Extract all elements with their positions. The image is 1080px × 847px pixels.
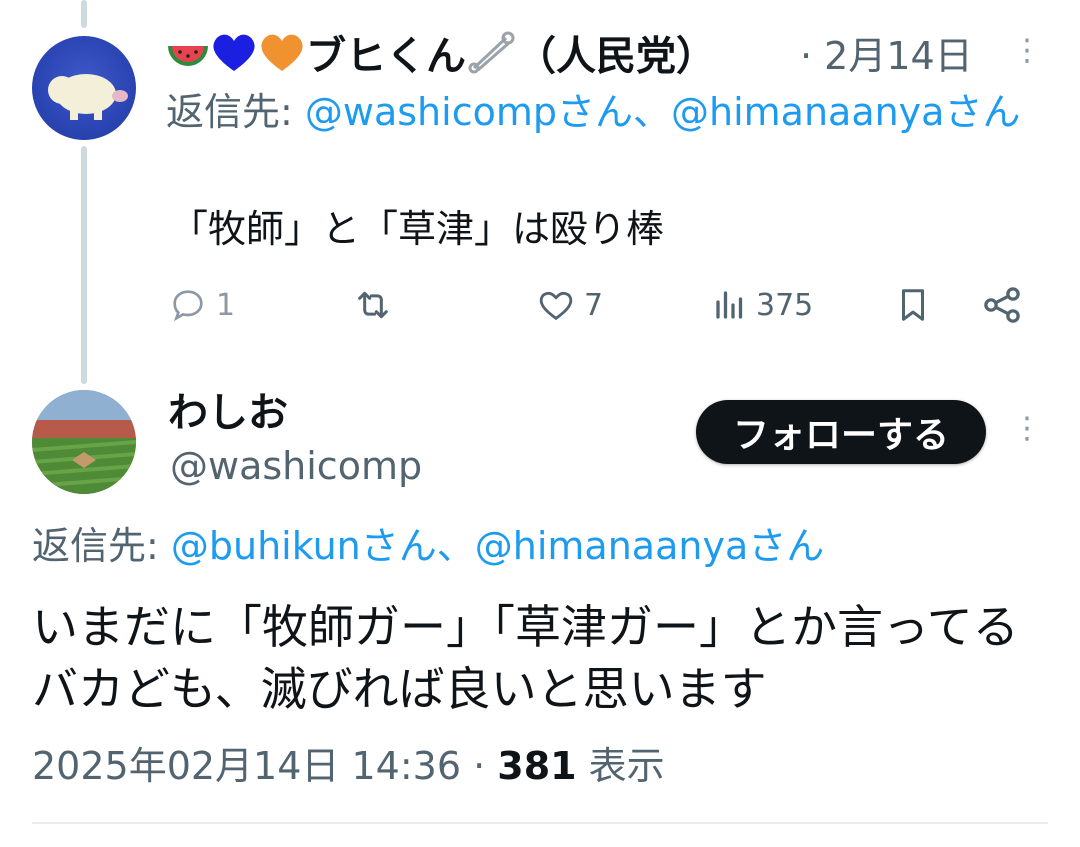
view-label: 表示 bbox=[576, 744, 665, 788]
reply-mention-buhikun[interactable]: @buhikunさん bbox=[171, 524, 437, 568]
divider bbox=[32, 822, 1048, 824]
like-count: 7 bbox=[584, 287, 604, 323]
thread-line-top bbox=[81, 0, 87, 28]
tweet2-text: いまだに「牧師ガー」「草津ガー」とか言ってるバカども、滅びれば良いと思います bbox=[32, 600, 1019, 716]
reply-prefix: 返信先: bbox=[32, 524, 171, 568]
tweet1-display-name[interactable]: ブヒくん （人民党） bbox=[166, 30, 716, 87]
reply-separator: 、 bbox=[632, 90, 671, 134]
blue-heart-icon bbox=[210, 31, 258, 86]
orange-heart-icon bbox=[258, 31, 306, 86]
view-count: 381 bbox=[497, 744, 577, 788]
display-name-suffix: （人民党） bbox=[516, 33, 716, 80]
like-button[interactable]: 7 bbox=[536, 282, 603, 328]
analytics-icon bbox=[716, 291, 743, 319]
more-options-icon[interactable]: ⋮ bbox=[1012, 36, 1042, 66]
share-icon bbox=[984, 287, 1020, 323]
reply-count: 1 bbox=[216, 287, 236, 323]
display-name-text: ブヒくん bbox=[306, 33, 466, 80]
reply-mention-washicomp[interactable]: @washicompさん bbox=[305, 90, 633, 134]
views-button[interactable]: 375 bbox=[712, 282, 813, 328]
stadium-avatar-icon bbox=[32, 390, 136, 494]
avatar[interactable] bbox=[32, 36, 136, 140]
tweet2-display-name[interactable]: わしお bbox=[168, 386, 288, 440]
retweet-button[interactable] bbox=[350, 282, 396, 328]
views-count: 375 bbox=[756, 287, 814, 323]
tweet1-reply-context: 返信先: @washicompさん、@himanaanyaさん bbox=[166, 88, 1036, 136]
watermelon-icon bbox=[166, 33, 210, 85]
more-options-icon[interactable]: ⋮ bbox=[1012, 414, 1042, 444]
tweet2-footer: 2025年02月14日 14:36 · 381 表示 bbox=[32, 740, 665, 792]
bookmark-icon bbox=[901, 289, 925, 321]
pig-avatar-icon bbox=[48, 74, 128, 120]
bookmark-button[interactable] bbox=[894, 282, 932, 328]
tweet2-handle[interactable]: @washicomp bbox=[170, 442, 422, 490]
timestamp[interactable]: 2025年02月14日 14:36 · bbox=[32, 744, 497, 788]
retweet-icon bbox=[358, 291, 388, 319]
avatar[interactable] bbox=[32, 390, 136, 494]
reply-mention-himanaanya[interactable]: @himanaanyaさん bbox=[475, 524, 824, 568]
tweet1-text: 「牧師」と「草津」は殴り棒 bbox=[170, 207, 665, 251]
reply-separator: 、 bbox=[436, 524, 475, 568]
reply-button[interactable]: 1 bbox=[168, 282, 235, 328]
tweet2-reply-context: 返信先: @buhikunさん、@himanaanyaさん bbox=[32, 522, 824, 570]
follow-button[interactable]: フォローする bbox=[696, 400, 986, 464]
reply-icon bbox=[173, 290, 203, 322]
reply-prefix: 返信先: bbox=[166, 90, 305, 134]
share-button[interactable] bbox=[980, 282, 1024, 328]
safety-pin-icon bbox=[466, 30, 516, 87]
thread-line bbox=[81, 146, 87, 384]
reply-mention-himanaanya[interactable]: @himanaanyaさん bbox=[671, 90, 1020, 134]
heart-icon bbox=[539, 291, 573, 321]
tweet1-date[interactable]: · 2月14日 bbox=[800, 30, 973, 82]
